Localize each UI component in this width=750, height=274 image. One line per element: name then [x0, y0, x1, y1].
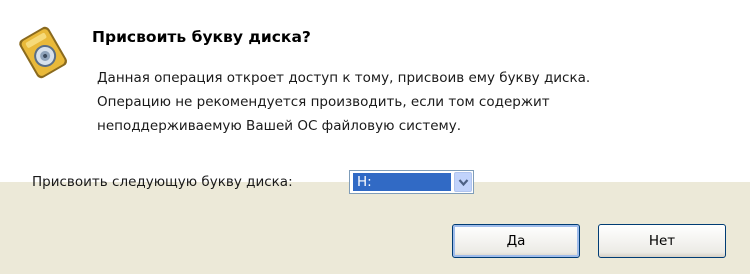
dialog-description: Данная операция откроет доступ к тому, п…	[97, 66, 737, 138]
selected-drive-letter: H:	[353, 173, 451, 191]
assign-letter-label: Присвоить следующую букву диска:	[32, 174, 293, 190]
yes-button[interactable]: Да	[452, 224, 580, 258]
drive-letter-select[interactable]: H:	[349, 170, 474, 194]
dropdown-toggle[interactable]	[454, 172, 472, 192]
description-line: Операцию не рекомендуется производить, е…	[97, 94, 550, 110]
no-button[interactable]: Нет	[598, 224, 726, 258]
description-line: неподдерживаемую Вашей ОС файловую систе…	[97, 118, 461, 134]
drive-letter-icon	[14, 22, 74, 82]
description-line: Данная операция откроет доступ к тому, п…	[97, 70, 591, 86]
dialog-title: Присвоить букву диска?	[92, 28, 311, 46]
dialog-header: Присвоить букву диска? Данная операция о…	[0, 0, 750, 182]
assign-drive-letter-dialog: Присвоить букву диска? Данная операция о…	[0, 0, 750, 274]
